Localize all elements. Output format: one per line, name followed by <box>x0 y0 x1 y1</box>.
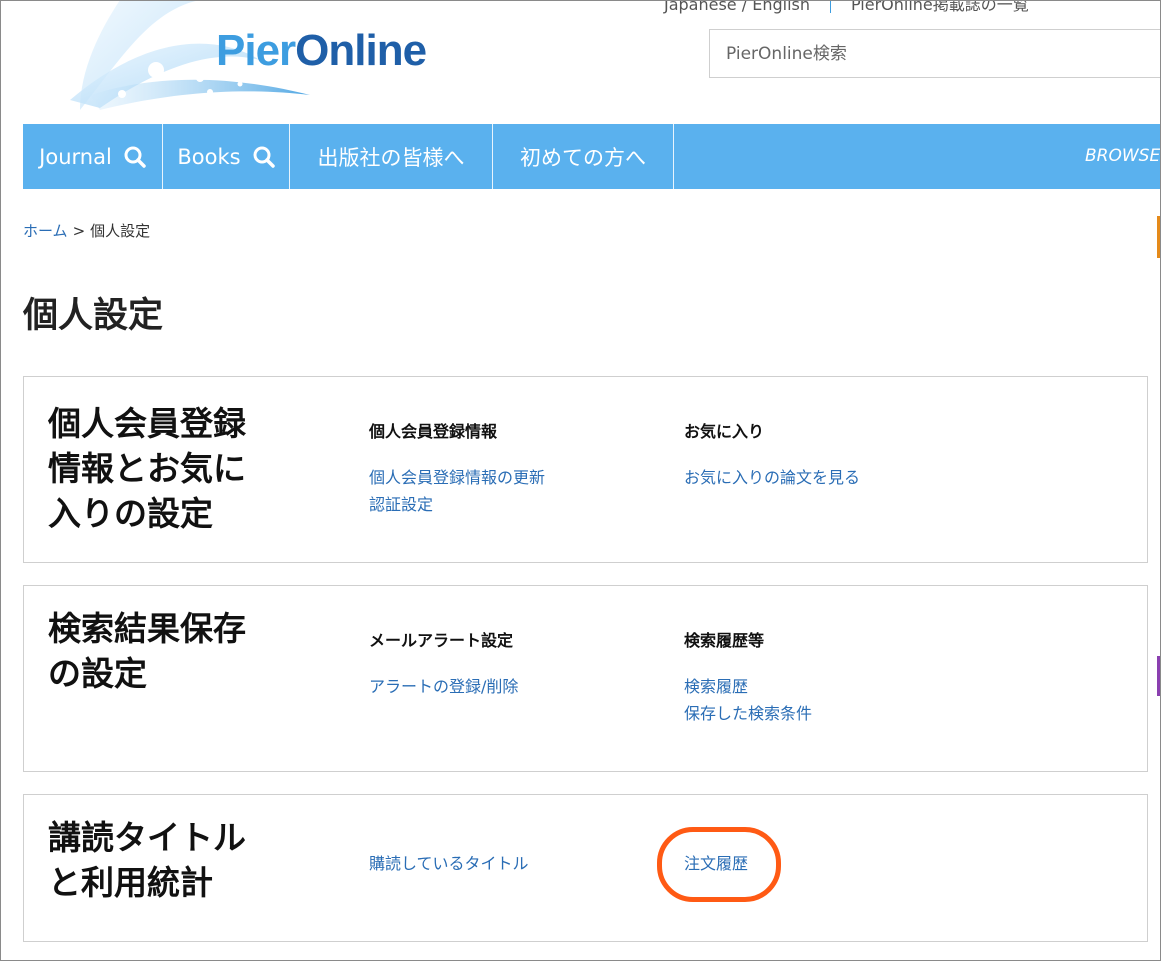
breadcrumb-current: 個人設定 <box>90 222 151 240</box>
nav-item-publishers[interactable]: 出版社の皆様へ <box>290 124 493 189</box>
card-title-line: 入りの設定 <box>48 494 213 533</box>
site-search <box>709 29 1161 78</box>
view-favorite-articles-link[interactable]: お気に入りの論文を見る <box>684 464 860 491</box>
logo-text-pier: Pier <box>216 26 296 75</box>
nav-item-first-time[interactable]: 初めての方へ <box>493 124 674 189</box>
scrollbar-marker <box>1157 216 1161 258</box>
scrollbar-marker <box>1157 656 1161 696</box>
search-input[interactable] <box>710 30 1161 77</box>
highlight-circle-annotation <box>657 827 781 902</box>
nav-item-books[interactable]: Books <box>163 124 290 189</box>
card-title: 講読タイトル と利用統計 <box>48 815 288 905</box>
card-title-line: と利用統計 <box>48 863 213 902</box>
column-heading: お気に入り <box>684 422 765 441</box>
card-title-line: 個人会員登録 <box>48 404 246 443</box>
nav-item-journal[interactable]: Journal <box>23 124 163 189</box>
search-icon <box>253 146 275 168</box>
column-subscribed-titles: 購読しているタイトル <box>369 850 529 877</box>
journal-list-link[interactable]: PierOnline掲載誌の一覧 <box>851 0 1029 14</box>
column-favorites: お気に入り お気に入りの論文を見る <box>684 418 860 491</box>
column-heading: メールアラート設定 <box>369 631 514 650</box>
settings-card-subscriptions: 講読タイトル と利用統計 購読しているタイトル 注文履歴 <box>23 794 1148 942</box>
subscribed-titles-link[interactable]: 購読しているタイトル <box>369 850 529 877</box>
search-icon <box>124 146 146 168</box>
column-search-history: 検索履歴等 検索履歴 保存した検索条件 <box>684 627 812 727</box>
top-links-divider <box>829 0 831 13</box>
main-nav: Journal Books 出版社の皆様へ 初めての方へ BROWSE BY <box>23 124 1161 189</box>
card-title: 検索結果保存 の設定 <box>48 606 288 696</box>
update-member-info-link[interactable]: 個人会員登録情報の更新 <box>369 464 545 491</box>
site-logo[interactable]: PierOnline <box>216 26 427 76</box>
breadcrumb-home-link[interactable]: ホーム <box>23 222 68 240</box>
page-title: 個人設定 <box>23 296 164 336</box>
browse-by-menu[interactable]: BROWSE BY <box>1085 124 1161 189</box>
breadcrumb-separator: > <box>72 222 86 240</box>
column-heading: 検索履歴等 <box>684 631 765 650</box>
logo-text-online: Online <box>295 26 427 75</box>
column-heading: 個人会員登録情報 <box>369 422 498 441</box>
card-title-line: 講読タイトル <box>48 818 246 857</box>
breadcrumb: ホーム > 個人設定 <box>23 220 150 241</box>
language-switch-link[interactable]: Japanese / English <box>664 0 810 14</box>
nav-item-label: Journal <box>39 144 112 169</box>
settings-card-membership: 個人会員登録 情報とお気に 入りの設定 個人会員登録情報 個人会員登録情報の更新… <box>23 376 1148 563</box>
authentication-settings-link[interactable]: 認証設定 <box>369 491 545 518</box>
search-history-link[interactable]: 検索履歴 <box>684 673 812 700</box>
nav-item-label: Books <box>177 144 241 169</box>
saved-search-conditions-link[interactable]: 保存した検索条件 <box>684 700 812 727</box>
top-links: Japanese / English PierOnline掲載誌の一覧 <box>664 0 1029 15</box>
column-member-info: 個人会員登録情報 個人会員登録情報の更新 認証設定 <box>369 418 545 518</box>
card-title-line: 検索結果保存 <box>48 609 246 648</box>
nav-item-label: 出版社の皆様へ <box>317 145 465 170</box>
card-title-line: の設定 <box>48 654 147 693</box>
column-email-alerts: メールアラート設定 アラートの登録/削除 <box>369 627 518 700</box>
browse-by-label: BROWSE BY <box>1085 146 1161 166</box>
card-title: 個人会員登録 情報とお気に 入りの設定 <box>48 401 288 536</box>
site-header: PierOnline Japanese / English PierOnline掲… <box>0 0 1161 124</box>
card-title-line: 情報とお気に <box>48 449 246 488</box>
nav-item-label: 初めての方へ <box>520 145 646 170</box>
settings-card-saved-searches: 検索結果保存 の設定 メールアラート設定 アラートの登録/削除 検索履歴等 検索… <box>23 585 1148 772</box>
manage-alerts-link[interactable]: アラートの登録/削除 <box>369 673 518 700</box>
